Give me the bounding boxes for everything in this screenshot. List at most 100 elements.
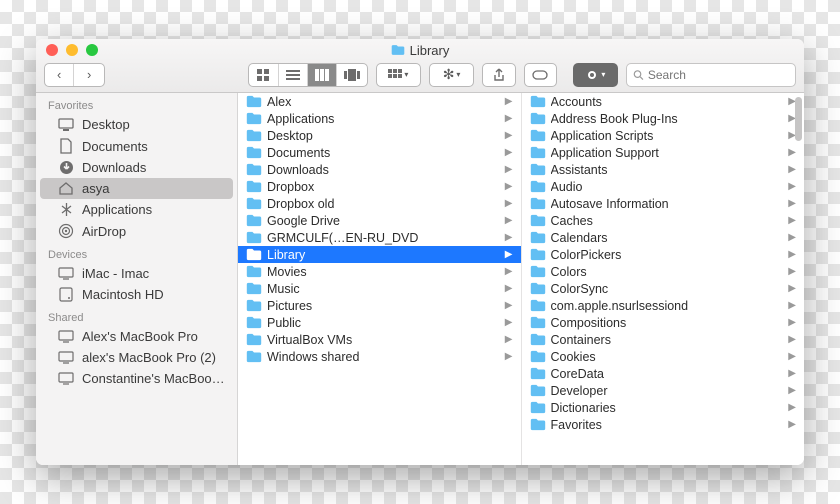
file-row[interactable]: Developer▶ [522,382,805,399]
nav-buttons: ‹ › [44,63,105,87]
monitor-icon [58,267,74,280]
back-button[interactable]: ‹ [45,64,74,86]
search-field[interactable] [626,63,796,87]
toolbar: ‹ › ▾ ✻▾ ▾ [36,61,804,92]
file-row[interactable]: GRMCULF(…EN-RU_DVD▶ [238,229,521,246]
file-row[interactable]: Favorites▶ [522,416,805,433]
file-row[interactable]: Dropbox▶ [238,178,521,195]
folder-icon [530,333,546,346]
window-body: FavoritesDesktopDocumentsDownloadsasyaAp… [36,93,804,465]
file-name: com.apple.nsurlsessiond [551,299,784,313]
sidebar-item-desktop[interactable]: Desktop [40,114,233,135]
file-row[interactable]: Windows shared▶ [238,348,521,365]
file-row[interactable]: Library▶ [238,246,521,263]
file-row[interactable]: Dictionaries▶ [522,399,805,416]
sidebar[interactable]: FavoritesDesktopDocumentsDownloadsasyaAp… [36,93,238,465]
file-row[interactable]: Colors▶ [522,263,805,280]
action-menu[interactable]: ✻▾ [429,63,474,87]
folder-icon [246,163,262,176]
tags-button[interactable] [524,63,557,87]
file-row[interactable]: Compositions▶ [522,314,805,331]
file-row[interactable]: Dropbox old▶ [238,195,521,212]
file-row[interactable]: Documents▶ [238,144,521,161]
file-name: Audio [551,180,784,194]
sidebar-item-constantine-s-macboo-[interactable]: Constantine's MacBoo… [40,368,233,389]
file-name: Compositions [551,316,784,330]
list-view-button[interactable] [279,64,308,86]
folder-icon [246,95,262,108]
folder-icon [530,384,546,397]
sidebar-item-downloads[interactable]: Downloads [40,157,233,178]
column-view-button[interactable] [308,64,337,86]
file-row[interactable]: Desktop▶ [238,127,521,144]
chevron-right-icon: ▶ [505,113,513,124]
chevron-right-icon: ▶ [505,300,513,311]
file-name: Accounts [551,95,784,109]
file-name: ColorSync [551,282,784,296]
chevron-right-icon: ▶ [505,283,513,294]
file-row[interactable]: Address Book Plug-Ins▶ [522,110,805,127]
sidebar-item-airdrop[interactable]: AirDrop [40,220,233,242]
folder-icon [246,333,262,346]
file-name: Colors [551,265,784,279]
folder-icon [246,299,262,312]
file-row[interactable]: Application Scripts▶ [522,127,805,144]
sidebar-header: Shared [36,305,237,326]
sidebar-item-alex-s-macbook-pro[interactable]: Alex's MacBook Pro [40,326,233,347]
sidebar-item-alex-s-macbook-pro-2-[interactable]: alex's MacBook Pro (2) [40,347,233,368]
sidebar-item-macintosh-hd[interactable]: Macintosh HD [40,284,233,305]
search-input[interactable] [648,68,789,82]
column-1[interactable]: Accounts▶Address Book Plug-Ins▶Applicati… [522,93,805,465]
file-row[interactable]: Music ▶ [238,280,521,297]
monitor-icon [58,351,74,364]
file-row[interactable]: ColorPickers▶ [522,246,805,263]
file-name: Music [267,282,500,296]
file-row[interactable]: Alex▶ [238,93,521,110]
file-row[interactable]: Audio▶ [522,178,805,195]
file-row[interactable]: Autosave Information▶ [522,195,805,212]
coverflow-view-button[interactable] [337,64,366,86]
file-row[interactable]: Movies ▶ [238,263,521,280]
forward-button[interactable]: › [74,64,103,86]
monitor-icon [58,330,74,343]
file-row[interactable]: CoreData▶ [522,365,805,382]
disk-icon [58,287,74,302]
arrange-menu[interactable]: ▾ [376,63,421,87]
file-row[interactable]: Assistants▶ [522,161,805,178]
file-row[interactable]: Application Support▶ [522,144,805,161]
file-row[interactable]: Google Drive▶ [238,212,521,229]
sidebar-item-label: alex's MacBook Pro (2) [82,350,216,365]
dropbox-menu[interactable]: ▾ [573,63,618,87]
file-name: Applications [267,112,500,126]
file-row[interactable]: Downloads▶ [238,161,521,178]
chevron-right-icon: ▶ [505,266,513,277]
file-row[interactable]: Pictures▶ [238,297,521,314]
file-row[interactable]: Containers▶ [522,331,805,348]
file-name: Application Scripts [551,129,784,143]
file-row[interactable]: Cookies▶ [522,348,805,365]
icon-view-button[interactable] [249,64,278,86]
file-row[interactable]: Accounts▶ [522,93,805,110]
file-row[interactable]: com.apple.nsurlsessiond▶ [522,297,805,314]
share-button[interactable] [482,63,515,87]
folder-icon [246,265,262,278]
file-row[interactable]: Public▶ [238,314,521,331]
sidebar-item-documents[interactable]: Documents [40,135,233,157]
file-row[interactable]: VirtualBox VMs▶ [238,331,521,348]
column-0[interactable]: Alex▶Applications▶Desktop▶Documents▶Down… [238,93,522,465]
sidebar-item-imac-imac[interactable]: iMac - Imac [40,263,233,284]
file-row[interactable]: Applications ▶ [238,110,521,127]
file-row[interactable]: ColorSync▶ [522,280,805,297]
file-name: Caches [551,214,784,228]
sidebar-item-applications[interactable]: Applications [40,199,233,220]
folder-icon [246,112,262,125]
file-row[interactable]: Caches▶ [522,212,805,229]
folder-icon [530,350,546,363]
sidebar-item-label: Constantine's MacBoo… [82,371,225,386]
sidebar-item-asya[interactable]: asya [40,178,233,199]
file-name: Desktop [267,129,500,143]
scrollbar[interactable] [795,97,802,141]
chevron-right-icon: ▶ [505,181,513,192]
file-row[interactable]: Calendars▶ [522,229,805,246]
file-name: Movies [267,265,500,279]
